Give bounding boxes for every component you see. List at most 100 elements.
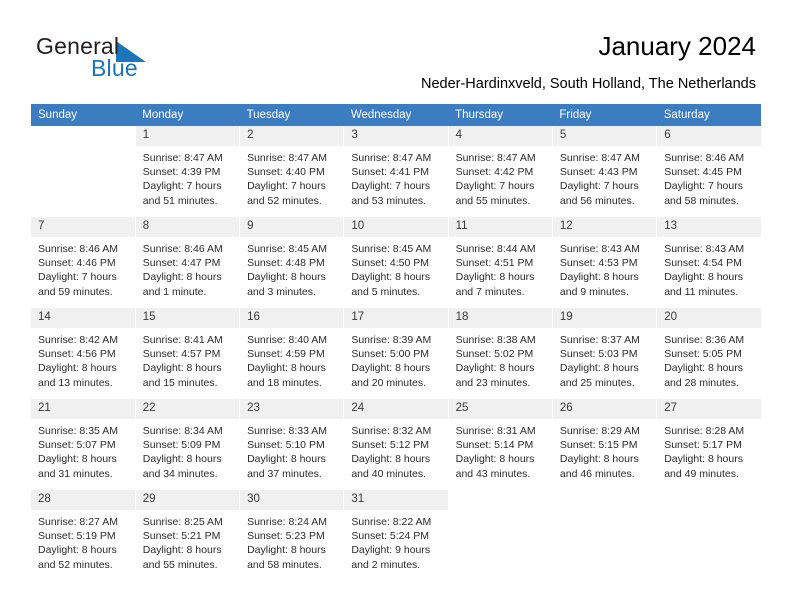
daylight-duration-line1: Daylight: 8 hours [559, 362, 639, 375]
sunset-time: Sunset: 4:47 PM [142, 257, 221, 270]
calendar-day-cell[interactable]: 27 Sunrise: 8:28 AM Sunset: 5:17 PM Dayligh… [656, 397, 761, 490]
day-sun-info: Sunrise: 8:38 AM Sunset: 5:02 PM Daylight:… [449, 329, 552, 390]
daylight-duration-line2: and 56 minutes. [559, 194, 635, 207]
daylight-duration-line1: Daylight: 8 hours [455, 271, 535, 284]
calendar-day-cell[interactable]: 20 Sunrise: 8:36 AM Sunset: 5:05 PM Dayligh… [656, 306, 761, 399]
day-sun-info: Sunrise: 8:40 AM Sunset: 4:59 PM Daylight:… [240, 329, 343, 390]
daylight-duration-line1: Daylight: 8 hours [38, 362, 117, 375]
daylight-duration-line1: Daylight: 8 hours [559, 453, 639, 466]
calendar-day-cell[interactable]: 23 Sunrise: 8:33 AM Sunset: 5:10 PM Dayligh… [239, 397, 345, 490]
calendar-day-cell[interactable]: 13 Sunrise: 8:43 AM Sunset: 4:54 PM Dayligh… [656, 215, 761, 308]
day-number [657, 490, 761, 511]
calendar-day-cell[interactable]: 15 Sunrise: 8:41 AM Sunset: 4:57 PM Dayligh… [135, 306, 241, 399]
day-number: 2 [240, 126, 344, 147]
sunrise-time: Sunrise: 8:34 AM [142, 425, 223, 437]
day-cell-content: 28 Sunrise: 8:27 AM Sunset: 5:19 PM Dayligh… [31, 490, 135, 579]
sunset-time: Sunset: 5:03 PM [559, 348, 638, 361]
calendar-day-cell[interactable]: 10 Sunrise: 8:45 AM Sunset: 4:50 PM Dayligh… [343, 215, 449, 308]
daylight-duration-line2: and 5 minutes. [351, 285, 421, 298]
day-number: 14 [31, 308, 135, 329]
calendar-day-cell[interactable]: 25 Sunrise: 8:31 AM Sunset: 5:14 PM Dayligh… [448, 397, 553, 490]
day-number [448, 490, 552, 511]
calendar-day-cell[interactable]: 17 Sunrise: 8:39 AM Sunset: 5:00 PM Dayligh… [343, 306, 449, 399]
calendar-week-row: 7 Sunrise: 8:46 AM Sunset: 4:46 PM Daylight… [31, 215, 761, 308]
sunrise-time: Sunrise: 8:44 AM [455, 243, 536, 255]
calendar-day-cell[interactable]: 3 Sunrise: 8:47 AM Sunset: 4:41 PM Daylight… [343, 126, 449, 217]
day-number: 22 [135, 399, 240, 420]
calendar-day-cell[interactable]: 4 Sunrise: 8:47 AM Sunset: 4:42 PM Daylight… [448, 126, 553, 217]
sunset-time: Sunset: 5:23 PM [247, 530, 325, 543]
day-cell-content: 11 Sunrise: 8:44 AM Sunset: 4:51 PM Dayligh… [448, 217, 552, 306]
calendar-day-cell [31, 126, 136, 217]
day-cell-content: 29 Sunrise: 8:25 AM Sunset: 5:21 PM Dayligh… [135, 490, 240, 579]
day-number: 21 [31, 399, 135, 420]
general-blue-logo[interactable]: General Blue [36, 33, 216, 83]
sunset-time: Sunset: 4:39 PM [142, 166, 221, 179]
calendar-day-cell[interactable]: 12 Sunrise: 8:43 AM Sunset: 4:53 PM Dayligh… [552, 215, 658, 308]
calendar-day-cell[interactable]: 28 Sunrise: 8:27 AM Sunset: 5:19 PM Dayligh… [31, 488, 136, 581]
calendar-day-cell [552, 488, 658, 581]
sunrise-time: Sunrise: 8:36 AM [664, 334, 745, 346]
sunrise-time: Sunrise: 8:33 AM [247, 425, 328, 437]
daylight-duration-line1: Daylight: 7 hours [664, 180, 743, 193]
calendar-day-cell[interactable]: 30 Sunrise: 8:24 AM Sunset: 5:23 PM Dayligh… [239, 488, 345, 581]
daylight-duration-line1: Daylight: 8 hours [455, 362, 535, 375]
daylight-duration-line2: and 3 minutes. [247, 285, 316, 298]
calendar-day-cell[interactable]: 9 Sunrise: 8:45 AM Sunset: 4:48 PM Daylight… [239, 215, 345, 308]
calendar-day-cell[interactable]: 2 Sunrise: 8:47 AM Sunset: 4:40 PM Daylight… [239, 126, 345, 217]
calendar-day-cell[interactable]: 18 Sunrise: 8:38 AM Sunset: 5:02 PM Dayligh… [448, 306, 553, 399]
sunset-time: Sunset: 4:54 PM [664, 257, 742, 270]
day-cell-content: 19 Sunrise: 8:37 AM Sunset: 5:03 PM Dayligh… [552, 308, 657, 397]
day-number: 5 [552, 126, 657, 147]
calendar-day-cell[interactable]: 22 Sunrise: 8:34 AM Sunset: 5:09 PM Dayligh… [135, 397, 241, 490]
sunrise-sunset-calendar: Sunday Monday Tuesday Wednesday Thursday… [31, 104, 761, 581]
weekday-header-sunday: Sunday [31, 104, 136, 126]
logo-text-blue: Blue [91, 55, 138, 81]
calendar-day-cell[interactable]: 6 Sunrise: 8:46 AM Sunset: 4:45 PM Daylight… [656, 126, 761, 217]
sunrise-time: Sunrise: 8:37 AM [559, 334, 640, 346]
calendar-day-cell[interactable]: 5 Sunrise: 8:47 AM Sunset: 4:43 PM Daylight… [552, 126, 658, 217]
day-cell-content: 14 Sunrise: 8:42 AM Sunset: 4:56 PM Dayligh… [31, 308, 135, 397]
sunrise-time: Sunrise: 8:45 AM [247, 243, 328, 255]
day-cell-content: 13 Sunrise: 8:43 AM Sunset: 4:54 PM Dayligh… [657, 217, 761, 306]
calendar-day-cell[interactable]: 16 Sunrise: 8:40 AM Sunset: 4:59 PM Dayligh… [239, 306, 345, 399]
daylight-duration-line1: Daylight: 8 hours [142, 362, 222, 375]
day-sun-info: Sunrise: 8:35 AM Sunset: 5:07 PM Daylight:… [31, 420, 135, 481]
day-sun-info: Sunrise: 8:25 AM Sunset: 5:21 PM Daylight:… [136, 511, 239, 572]
calendar-day-cell[interactable]: 14 Sunrise: 8:42 AM Sunset: 4:56 PM Dayligh… [31, 306, 136, 399]
calendar-day-cell[interactable]: 29 Sunrise: 8:25 AM Sunset: 5:21 PM Dayligh… [135, 488, 241, 581]
calendar-week-row: 21 Sunrise: 8:35 AM Sunset: 5:07 PM Dayligh… [31, 397, 761, 490]
daylight-duration-line1: Daylight: 8 hours [142, 453, 222, 466]
sunset-time: Sunset: 5:05 PM [664, 348, 742, 361]
calendar-day-cell[interactable]: 21 Sunrise: 8:35 AM Sunset: 5:07 PM Dayligh… [31, 397, 136, 490]
sunset-time: Sunset: 5:19 PM [38, 530, 116, 543]
calendar-day-cell[interactable]: 24 Sunrise: 8:32 AM Sunset: 5:12 PM Dayligh… [343, 397, 449, 490]
daylight-duration-line1: Daylight: 8 hours [351, 271, 431, 284]
day-cell-content: 26 Sunrise: 8:29 AM Sunset: 5:15 PM Dayligh… [552, 399, 657, 488]
day-cell-content: 24 Sunrise: 8:32 AM Sunset: 5:12 PM Dayligh… [344, 399, 448, 488]
day-sun-info: Sunrise: 8:37 AM Sunset: 5:03 PM Daylight:… [553, 329, 656, 390]
daylight-duration-line1: Daylight: 8 hours [38, 544, 117, 557]
day-sun-info: Sunrise: 8:42 AM Sunset: 4:56 PM Daylight:… [31, 329, 135, 390]
sunrise-time: Sunrise: 8:43 AM [559, 243, 640, 255]
calendar-day-cell[interactable]: 1 Sunrise: 8:47 AM Sunset: 4:39 PM Daylight… [135, 126, 241, 217]
sunrise-time: Sunrise: 8:47 AM [559, 152, 640, 164]
calendar-day-cell[interactable]: 8 Sunrise: 8:46 AM Sunset: 4:47 PM Daylight… [135, 215, 241, 308]
sunrise-time: Sunrise: 8:35 AM [38, 425, 118, 437]
day-cell-content [31, 126, 135, 215]
calendar-body: 1 Sunrise: 8:47 AM Sunset: 4:39 PM Daylight… [31, 126, 761, 581]
day-sun-info: Sunrise: 8:47 AM Sunset: 4:41 PM Daylight:… [344, 147, 447, 208]
sunset-time: Sunset: 4:48 PM [247, 257, 325, 270]
day-sun-info: Sunrise: 8:31 AM Sunset: 5:14 PM Daylight:… [449, 420, 552, 481]
day-cell-content: 10 Sunrise: 8:45 AM Sunset: 4:50 PM Dayligh… [344, 217, 448, 306]
calendar-day-cell[interactable]: 26 Sunrise: 8:29 AM Sunset: 5:15 PM Dayligh… [552, 397, 658, 490]
calendar-day-cell[interactable]: 11 Sunrise: 8:44 AM Sunset: 4:51 PM Dayligh… [448, 215, 553, 308]
day-sun-info: Sunrise: 8:24 AM Sunset: 5:23 PM Daylight:… [240, 511, 343, 572]
day-sun-info: Sunrise: 8:45 AM Sunset: 4:50 PM Daylight:… [344, 238, 447, 299]
calendar-day-cell[interactable]: 7 Sunrise: 8:46 AM Sunset: 4:46 PM Daylight… [31, 215, 136, 308]
calendar-day-cell[interactable]: 31 Sunrise: 8:22 AM Sunset: 5:24 PM Dayligh… [343, 488, 449, 581]
sunset-time: Sunset: 4:40 PM [247, 166, 325, 179]
weekday-header-saturday: Saturday [656, 104, 761, 126]
calendar-day-cell[interactable]: 19 Sunrise: 8:37 AM Sunset: 5:03 PM Dayligh… [552, 306, 658, 399]
daylight-duration-line2: and 58 minutes. [664, 194, 739, 207]
